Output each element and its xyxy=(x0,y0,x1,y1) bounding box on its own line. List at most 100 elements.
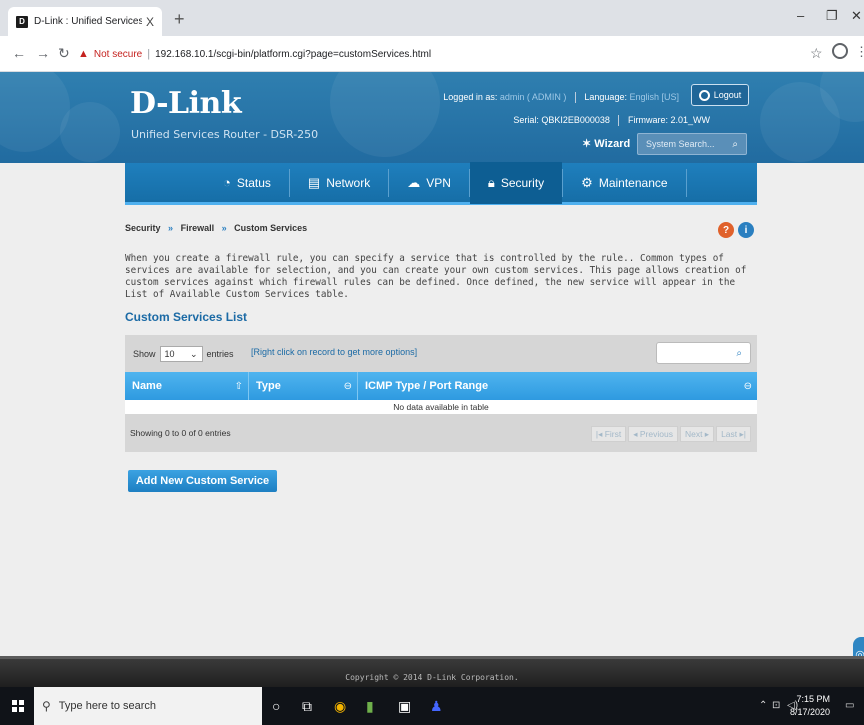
column-type-label: Type xyxy=(256,380,281,392)
close-window-icon[interactable]: ✕ xyxy=(851,8,862,24)
column-name[interactable]: Name ⇧ xyxy=(125,372,249,400)
pager-first-button[interactable]: |◂ First xyxy=(590,426,627,442)
taskbar-search-placeholder: Type here to search xyxy=(58,700,157,712)
divider xyxy=(574,92,576,104)
lock-icon: 🔒︎ xyxy=(487,174,495,190)
browser-tab[interactable]: D D-Link : Unified Services Router X xyxy=(8,7,162,36)
divider xyxy=(618,115,620,127)
app-icon[interactable]: ♟ xyxy=(430,698,443,715)
language-selector[interactable]: English [US] xyxy=(629,92,679,102)
first-icon: |◂ xyxy=(595,428,605,439)
not-secure-label[interactable]: Not secure xyxy=(94,49,142,60)
menu-kebab-icon[interactable]: ⋮ xyxy=(855,44,864,60)
back-icon[interactable]: ← xyxy=(12,45,26,61)
table-header: Name ⇧ Type ⊖ ICMP Type / Port Range ⊖ xyxy=(125,372,757,400)
serial-value: QBKI2EB000038 xyxy=(541,115,610,125)
network-tray-icon[interactable]: ⊡ xyxy=(772,700,780,711)
search-icon[interactable]: ⌕ xyxy=(732,139,738,150)
menu-network[interactable]: ▤ Network xyxy=(290,162,388,204)
column-name-label: Name xyxy=(132,380,162,392)
profile-icon[interactable] xyxy=(832,43,848,59)
login-info: Logged in as: admin ( ADMIN ) Language: … xyxy=(443,92,679,104)
add-new-custom-service-button[interactable]: Add New Custom Service xyxy=(128,470,277,492)
pager-next-label: Next xyxy=(684,429,703,439)
pager-next-button[interactable]: Next ▸ xyxy=(679,426,715,442)
info-icon[interactable]: i xyxy=(738,222,754,238)
chrome-icon[interactable]: ◉ xyxy=(334,698,346,715)
menu-security[interactable]: 🔒︎ Security xyxy=(469,161,563,204)
table-info: Showing 0 to 0 of 0 entries xyxy=(130,428,231,438)
sort-asc-icon[interactable]: ⇧ xyxy=(235,381,243,392)
clock-date: 8/17/2020 xyxy=(789,707,830,717)
menu-status[interactable]: ◔ Status xyxy=(205,162,289,204)
pager-first-label: First xyxy=(604,429,622,439)
breadcrumb-security[interactable]: Security xyxy=(125,223,161,233)
bookmark-star-icon[interactable]: ☆ xyxy=(810,45,823,62)
logout-label: Logout xyxy=(713,90,742,100)
header-bubble xyxy=(0,72,70,152)
cortana-icon[interactable]: ○ xyxy=(272,698,280,714)
search-icon: ⚲ xyxy=(42,699,51,713)
screen: D D-Link : Unified Services Router X + –… xyxy=(0,0,864,725)
menu-vpn[interactable]: ☁ VPN xyxy=(389,162,469,204)
app-icon[interactable]: ▣ xyxy=(398,698,411,715)
pager-previous-button[interactable]: ◂ Previous xyxy=(628,426,678,442)
wizard-wand-icon: ✶ xyxy=(582,138,592,150)
notification-icon[interactable]: ▭ xyxy=(845,700,854,711)
main-menu: ◔ Status ▤ Network ☁ VPN 🔒︎ Security ⚙ M… xyxy=(125,161,757,205)
warning-icon: ▲ xyxy=(78,48,89,60)
menu-network-label: Network xyxy=(326,175,371,190)
help-icon[interactable]: ? xyxy=(718,222,734,238)
maximize-icon[interactable]: ❐ xyxy=(826,8,838,24)
dlink-logo[interactable]: D-Link xyxy=(130,86,242,121)
pager-last-button[interactable]: Last ▸| xyxy=(716,426,751,442)
entries-label: entries xyxy=(206,349,234,359)
last-icon: ▸| xyxy=(737,428,746,439)
breadcrumb-firewall[interactable]: Firewall xyxy=(181,223,215,233)
clock-time: 7:15 PM xyxy=(796,694,830,704)
router-page: D-Link Unified Services Router - DSR-250… xyxy=(0,72,864,671)
system-search-input[interactable]: System Search... ⌕ xyxy=(637,133,747,155)
system-clock[interactable]: 7:15 PM 8/17/2020 xyxy=(790,693,830,719)
table-empty-row: No data available in table xyxy=(125,400,757,414)
breadcrumb-separator: » xyxy=(168,223,174,233)
table-toolbar: Show 10 ⌄ entries [Right click on record… xyxy=(125,335,757,372)
reload-icon[interactable]: ↻ xyxy=(58,45,70,62)
product-subtitle: Unified Services Router - DSR-250 xyxy=(131,128,319,141)
table-footer: Showing 0 to 0 of 0 entries |◂ First ◂ P… xyxy=(125,414,757,452)
address-bar[interactable]: ▲ Not secure | 192.168.10.1/scgi-bin/pla… xyxy=(78,42,792,66)
tab-close-button[interactable]: X xyxy=(146,15,154,29)
new-tab-button[interactable]: + xyxy=(174,9,185,30)
show-label: Show xyxy=(133,349,156,359)
next-icon: ▸ xyxy=(702,428,710,439)
wizard-link[interactable]: ✶ Wizard xyxy=(582,137,630,150)
windows-taskbar: ⚲ Type here to search ○ ⧉ ◉ ▮ ▣ ♟ ⌃ ⊡ ◁)… xyxy=(0,687,864,725)
entries-control: Show 10 ⌄ entries xyxy=(133,346,234,362)
menu-status-label: Status xyxy=(236,175,271,190)
column-icmp-port[interactable]: ICMP Type / Port Range ⊖ xyxy=(358,372,757,400)
tab-title: D-Link : Unified Services Router xyxy=(34,16,142,27)
app-icon[interactable]: ▮ xyxy=(366,698,374,715)
menu-security-label: Security xyxy=(500,175,545,190)
pager-last-label: Last xyxy=(721,429,738,439)
sort-icon[interactable]: ⊖ xyxy=(744,381,752,392)
menu-divider xyxy=(685,168,687,197)
section-title: Custom Services List xyxy=(125,310,248,324)
column-type[interactable]: Type ⊖ xyxy=(249,372,358,400)
url-text[interactable]: 192.168.10.1/scgi-bin/platform.cgi?page=… xyxy=(155,49,431,60)
sort-icon[interactable]: ⊖ xyxy=(344,381,352,392)
forward-icon[interactable]: → xyxy=(36,45,50,61)
menu-maintenance[interactable]: ⚙ Maintenance xyxy=(563,162,685,204)
task-view-icon[interactable]: ⧉ xyxy=(302,698,312,715)
taskbar-search-input[interactable]: ⚲ Type here to search xyxy=(34,687,262,725)
pager-previous-label: Previous xyxy=(639,429,673,439)
logout-button[interactable]: Logout xyxy=(691,84,749,106)
column-icmp-port-label: ICMP Type / Port Range xyxy=(365,380,489,392)
minimize-icon[interactable]: – xyxy=(797,8,804,23)
dlink-favicon-icon: D xyxy=(16,15,28,28)
windows-start-icon[interactable] xyxy=(12,700,24,712)
chevron-up-icon[interactable]: ⌃ xyxy=(759,700,767,711)
network-icon: ▤ xyxy=(307,174,321,190)
table-search-input[interactable]: ⌕ xyxy=(656,342,751,364)
entries-select[interactable]: 10 ⌄ xyxy=(159,346,203,362)
